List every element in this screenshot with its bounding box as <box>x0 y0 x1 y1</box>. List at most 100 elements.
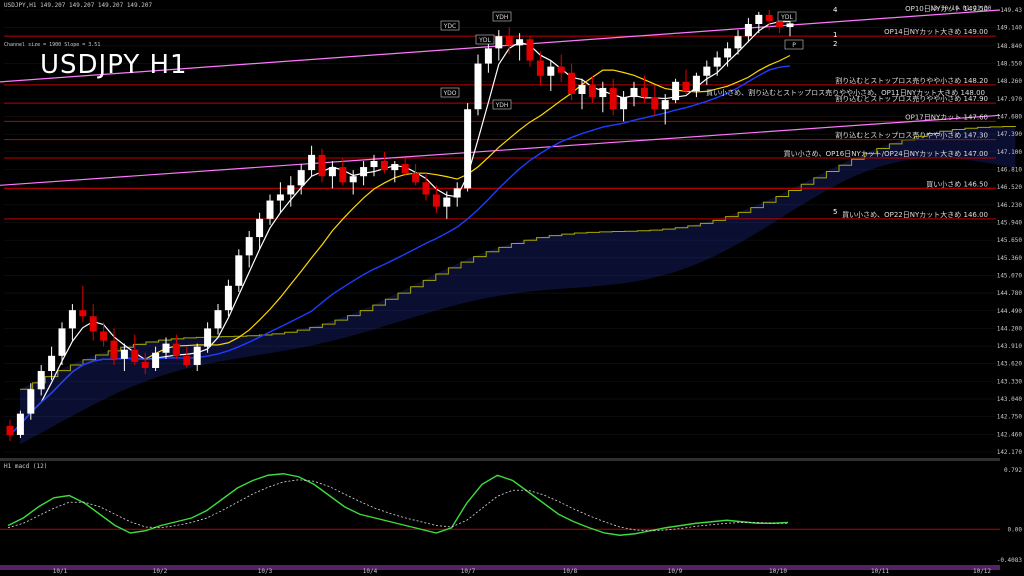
y-tick-label: 142.170 <box>997 449 1023 456</box>
wave-number: 4 <box>833 6 838 14</box>
macd-tick-label: -0.4083 <box>997 557 1023 564</box>
candle-body <box>599 87 607 98</box>
candle-body <box>266 200 274 219</box>
y-tick-label: 147.970 <box>997 96 1023 103</box>
candle-body <box>6 425 14 435</box>
candle-body <box>308 154 316 171</box>
macd-tick-label: 0.00 <box>1008 526 1023 533</box>
candle-body <box>360 167 368 177</box>
level-label: OP17日NYカット 147.60 <box>905 113 988 121</box>
candle-body <box>110 340 118 359</box>
y-tick-label: 147.390 <box>997 131 1023 138</box>
candle-body <box>131 349 139 362</box>
wave-number: 2 <box>833 40 837 48</box>
x-tick-label: 10/12 <box>973 568 991 575</box>
candle-body <box>786 23 794 28</box>
candle-body <box>349 176 357 183</box>
candle-body <box>422 182 430 195</box>
candle-body <box>651 97 659 110</box>
candle-body <box>401 164 409 174</box>
candle-body <box>453 188 461 198</box>
candle-body <box>370 160 378 168</box>
x-tick-label: 10/1 <box>53 568 68 575</box>
level-box-label: YDH <box>495 102 509 109</box>
candle-body <box>682 81 690 91</box>
candle-body <box>703 66 711 76</box>
level-box-label: YDL <box>780 14 793 21</box>
candle-body <box>661 100 669 110</box>
candle-body <box>432 194 440 207</box>
candle-body <box>464 109 472 189</box>
channel-info: Channel size = 1900 Slope = 3.51 <box>4 42 101 48</box>
level-box-label: YDL <box>478 37 491 44</box>
candle-body <box>776 20 784 28</box>
candle-body <box>412 173 420 183</box>
candle-body <box>27 389 35 414</box>
candle-body <box>48 355 56 372</box>
level-box-label: YDO <box>442 90 456 97</box>
wave-number: 5 <box>833 208 837 216</box>
candle-body <box>204 328 212 347</box>
symbol-info: USDJPY,H1 149.207 149.207 149.207 149.20… <box>4 2 153 9</box>
y-tick-label: 148.840 <box>997 43 1023 50</box>
level-label: 買い小さめ、OP16日NYカット/OP24日NYカット大きめ 147.00 <box>784 149 988 158</box>
y-tick-label: 143.040 <box>997 396 1023 403</box>
level-label: OP14日NYカット大きめ 149.00 <box>884 27 988 36</box>
candle-body <box>152 352 160 368</box>
candle-body <box>79 310 87 317</box>
candle-body <box>183 355 191 365</box>
candle-body <box>172 343 180 356</box>
y-tick-label: 144.780 <box>997 290 1023 297</box>
candle-body <box>765 14 773 21</box>
x-tick-label: 10/8 <box>563 568 578 575</box>
candle-body <box>256 218 264 238</box>
session-bar <box>0 565 1000 570</box>
candle-body <box>297 170 305 186</box>
candle-body <box>588 84 596 98</box>
candle-body <box>328 167 336 177</box>
candle-body <box>162 343 170 353</box>
candle-body <box>287 185 295 195</box>
candle-body <box>224 285 232 311</box>
candle-body <box>505 36 513 46</box>
pane-separator[interactable] <box>0 458 1000 461</box>
x-tick-label: 10/3 <box>258 568 273 575</box>
candle-body <box>474 63 482 110</box>
y-tick-label: 148.550 <box>997 61 1023 68</box>
y-tick-label: 146.810 <box>997 167 1023 174</box>
level-box-label: YDC <box>443 23 456 30</box>
candle-body <box>141 361 149 368</box>
timestamp: 13/10/10 01:21:30 <box>930 5 992 12</box>
macd-label: H1 macd (12) <box>4 463 48 470</box>
level-label: 割り込むとストップロス売りやや小さめ 147.30 <box>835 131 988 140</box>
level-label: 買い小さめ、OP22日NYカット大きめ 146.00 <box>842 210 988 219</box>
candle-body <box>713 57 721 67</box>
level-label-overlap: 買い小さめ、割り込むとストップロス売りやや小さめ、OP11日NYカット大きめ 1… <box>706 88 985 97</box>
candle-body <box>120 349 128 359</box>
y-tick-label: 144.490 <box>997 308 1023 315</box>
candle-body <box>443 197 451 207</box>
y-tick-label: 143.330 <box>997 378 1023 385</box>
candle-body <box>526 39 534 61</box>
candle-body <box>339 167 347 183</box>
level-label: 買い小さめ 146.50 <box>926 179 988 188</box>
level-box-label: YDH <box>495 14 509 21</box>
y-tick-label: 147.100 <box>997 149 1023 156</box>
candle-body <box>16 413 24 435</box>
candle-body <box>100 331 108 341</box>
chart-big-title: USDJPY H1 <box>40 50 188 80</box>
candle-body <box>484 48 492 64</box>
candle-body <box>640 87 648 98</box>
candle-body <box>58 328 66 356</box>
candle-body <box>692 75 700 91</box>
y-tick-label: 145.360 <box>997 255 1023 262</box>
candle-body <box>193 346 201 365</box>
candle-body <box>578 84 586 95</box>
y-tick-label: 145.070 <box>997 272 1023 279</box>
y-tick-label: 145.940 <box>997 219 1023 226</box>
y-tick-label: 149.43 <box>1000 7 1022 14</box>
candle-body <box>245 237 253 256</box>
candle-body <box>214 310 222 329</box>
candle-body <box>276 194 284 201</box>
level-label: 割り込むとストップロス売りやや小さめ 148.20 <box>835 76 988 85</box>
